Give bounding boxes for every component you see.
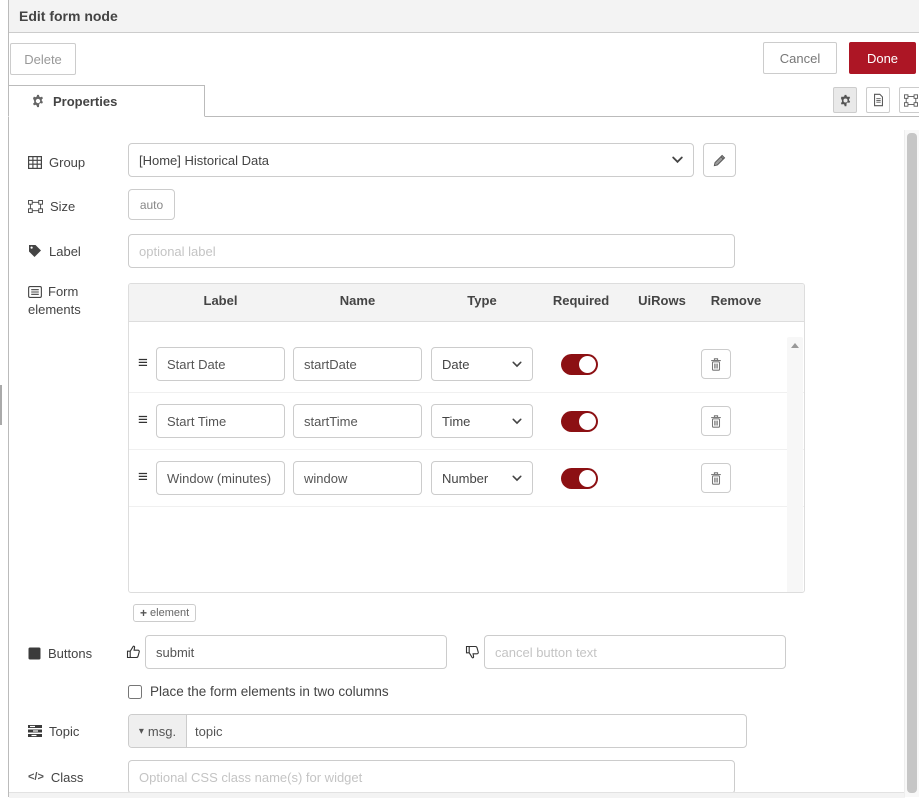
- caret-down-icon: ▾: [139, 726, 144, 737]
- remove-element-button[interactable]: [701, 406, 731, 436]
- table-icon: [28, 156, 42, 169]
- add-element-button[interactable]: +element: [133, 604, 196, 622]
- two-columns-label: Place the form elements in two columns: [150, 684, 389, 699]
- column-header-uirows: UiRows: [629, 293, 695, 308]
- column-header-required: Required: [541, 293, 621, 308]
- properties-tool-button[interactable]: [833, 87, 857, 113]
- topic-type-label: msg.: [148, 724, 176, 739]
- buttons-field-label: Buttons: [28, 636, 92, 670]
- tag-icon: [28, 244, 42, 258]
- column-header-name: Name: [293, 293, 422, 308]
- description-tool-button[interactable]: [866, 87, 890, 113]
- scroll-up-icon[interactable]: [791, 343, 799, 348]
- tray-resize-grip[interactable]: [0, 385, 2, 425]
- form-elements-table: Label Name Type Required UiRows Remove ≡…: [128, 283, 805, 593]
- element-label-input[interactable]: [156, 347, 285, 381]
- tasks-icon: [28, 725, 42, 737]
- toggle-knob: [579, 356, 596, 373]
- tab-properties[interactable]: Properties: [8, 85, 205, 117]
- two-columns-checkbox[interactable]: [128, 685, 142, 699]
- group-field-label: Group: [28, 145, 85, 179]
- column-header-type: Type: [431, 293, 533, 308]
- appearance-tool-button[interactable]: [899, 87, 919, 113]
- square-icon: [28, 647, 41, 660]
- code-icon: </>: [28, 771, 44, 783]
- done-button[interactable]: Done: [849, 42, 916, 74]
- table-scrollbar[interactable]: [787, 337, 803, 593]
- delete-button[interactable]: Delete: [10, 43, 76, 75]
- label-field-label: Label: [28, 234, 81, 268]
- topic-type-button[interactable]: ▾ msg.: [129, 715, 187, 747]
- scrollbar-thumb[interactable]: [907, 133, 917, 793]
- topic-typed-input: ▾ msg. topic: [128, 714, 747, 748]
- object-group-icon: [28, 200, 43, 213]
- element-label-input[interactable]: [156, 404, 285, 438]
- size-field-label: Size: [28, 189, 75, 223]
- group-select-value: [Home] Historical Data: [139, 153, 672, 168]
- topic-value-input[interactable]: topic: [187, 715, 746, 747]
- dialog-title: Edit form node: [9, 0, 919, 33]
- plus-icon: +: [140, 606, 147, 620]
- class-field-label: </> Class: [28, 760, 83, 794]
- chevron-down-icon: [512, 418, 522, 425]
- dialog-bottom-edge: [9, 792, 905, 798]
- remove-element-button[interactable]: [701, 463, 731, 493]
- trash-icon: [709, 357, 723, 372]
- gear-icon: [839, 94, 852, 107]
- element-type-select[interactable]: Time: [431, 404, 533, 438]
- topic-field-label: Topic: [28, 714, 79, 748]
- required-toggle[interactable]: [561, 468, 598, 489]
- form-element-row: ≡ Number: [129, 450, 804, 507]
- required-toggle[interactable]: [561, 411, 598, 432]
- submit-button-text-input[interactable]: [145, 635, 447, 669]
- element-name-input[interactable]: [293, 461, 422, 495]
- form-element-row: ≡ Time: [129, 393, 804, 450]
- class-input[interactable]: [128, 760, 735, 794]
- dialog-scrollbar[interactable]: [904, 130, 919, 797]
- element-name-input[interactable]: [293, 404, 422, 438]
- thumbs-up-icon: [126, 644, 142, 660]
- chevron-down-icon: [672, 156, 683, 164]
- size-button[interactable]: auto: [128, 189, 175, 220]
- remove-element-button[interactable]: [701, 349, 731, 379]
- chevron-down-icon: [512, 361, 522, 368]
- gear-icon: [31, 94, 45, 108]
- toggle-knob: [579, 470, 596, 487]
- chevron-down-icon: [512, 475, 522, 482]
- object-group-icon: [904, 94, 918, 107]
- drag-handle-icon[interactable]: ≡: [138, 353, 148, 373]
- required-toggle[interactable]: [561, 354, 598, 375]
- form-elements-table-header: Label Name Type Required UiRows Remove: [129, 284, 804, 322]
- element-type-select[interactable]: Number: [431, 461, 533, 495]
- toggle-knob: [579, 413, 596, 430]
- form-elements-table-body: ≡ Date ≡ Time: [129, 336, 804, 593]
- form-elements-field-label: Form elements: [28, 283, 108, 319]
- dialog-left-border: [8, 0, 9, 797]
- element-type-select[interactable]: Date: [431, 347, 533, 381]
- drag-handle-icon[interactable]: ≡: [138, 410, 148, 430]
- column-header-remove: Remove: [701, 293, 771, 308]
- column-header-label: Label: [156, 293, 285, 308]
- cancel-button-text-input[interactable]: [484, 635, 786, 669]
- form-element-row: ≡ Date: [129, 336, 804, 393]
- trash-icon: [709, 471, 723, 486]
- drag-handle-icon[interactable]: ≡: [138, 467, 148, 487]
- group-select[interactable]: [Home] Historical Data: [128, 143, 694, 177]
- list-alt-icon: [28, 286, 42, 298]
- edit-group-button[interactable]: [703, 143, 736, 177]
- file-icon: [872, 93, 885, 107]
- element-label-input[interactable]: [156, 461, 285, 495]
- thumbs-down-icon: [465, 644, 481, 660]
- trash-icon: [709, 414, 723, 429]
- element-name-input[interactable]: [293, 347, 422, 381]
- label-input[interactable]: [128, 234, 735, 268]
- tab-properties-label: Properties: [53, 94, 117, 109]
- pencil-icon: [712, 153, 727, 168]
- cancel-button[interactable]: Cancel: [763, 42, 837, 74]
